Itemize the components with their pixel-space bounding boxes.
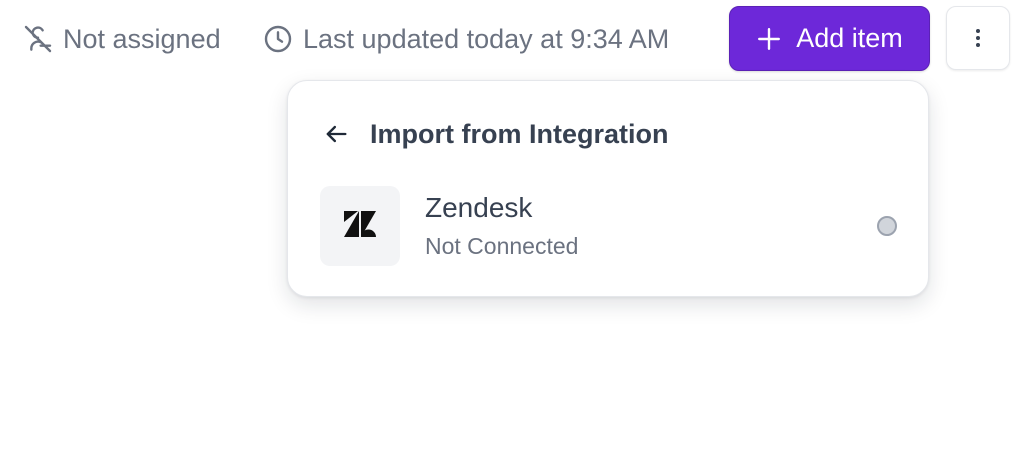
connection-status-dot xyxy=(877,216,897,236)
last-updated-indicator: Last updated today at 9:34 AM xyxy=(262,20,669,58)
import-integration-menu: Import from Integration Zendesk Not Conn… xyxy=(287,80,929,297)
arrow-left-icon xyxy=(322,120,350,148)
zendesk-logo-icon xyxy=(344,210,376,242)
more-options-button[interactable] xyxy=(946,6,1010,70)
add-item-label: Add item xyxy=(796,23,903,53)
assignee-indicator[interactable]: Not assigned xyxy=(22,20,221,58)
integration-item-zendesk[interactable]: Zendesk Not Connected xyxy=(320,185,900,267)
user-off-icon xyxy=(22,23,54,55)
menu-header: Import from Integration xyxy=(318,114,669,154)
assignee-label: Not assigned xyxy=(63,23,221,54)
integration-status: Not Connected xyxy=(425,233,579,259)
add-item-button[interactable]: Add item xyxy=(729,6,930,71)
menu-title: Import from Integration xyxy=(370,118,669,149)
plus-icon xyxy=(756,26,782,52)
integration-text: Zendesk Not Connected xyxy=(425,191,578,261)
integration-name: Zendesk xyxy=(425,192,533,223)
integration-logo xyxy=(320,186,400,266)
clock-icon xyxy=(262,23,294,55)
toolbar: Not assigned Last updated today at 9:34 … xyxy=(0,0,1024,78)
back-button[interactable] xyxy=(318,116,354,152)
last-updated-label: Last updated today at 9:34 AM xyxy=(303,23,670,54)
more-vertical-icon xyxy=(966,26,990,50)
page: Not assigned Last updated today at 9:34 … xyxy=(0,0,1024,449)
